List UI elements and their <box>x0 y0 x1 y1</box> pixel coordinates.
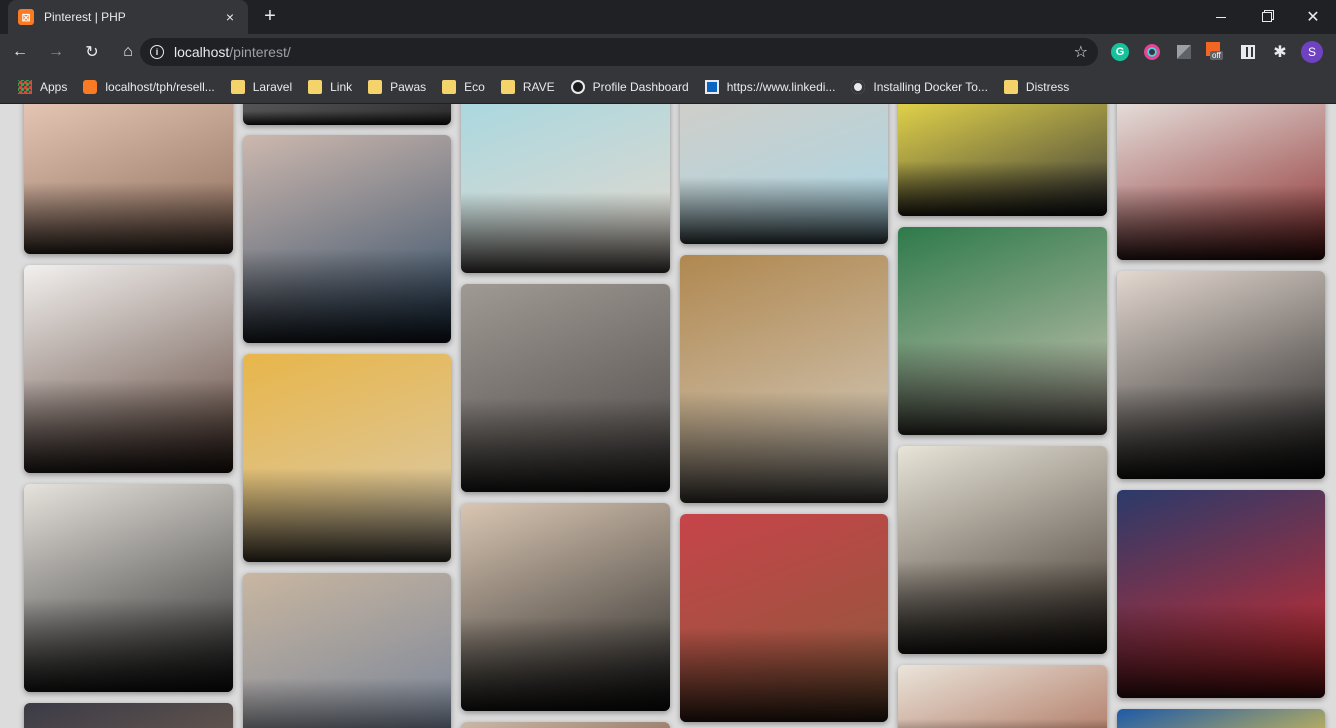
folder-icon <box>230 79 245 94</box>
bookmark-linkedin[interactable]: https://www.linkedi... <box>697 74 844 100</box>
pin-bottom-strip-6[interactable] <box>1117 709 1325 728</box>
bookmark-label: Installing Docker To... <box>873 79 988 94</box>
forward-button[interactable]: → <box>40 36 72 68</box>
avatar: S <box>1301 41 1323 63</box>
pin-skin-treatment[interactable] <box>24 104 233 254</box>
minimize-icon <box>1216 16 1226 18</box>
pin-blonde-woman[interactable] <box>243 573 451 728</box>
qr-code-icon <box>1241 45 1255 59</box>
new-tab-button[interactable]: + <box>258 5 282 29</box>
bookmarks-bar: Apps localhost/tph/resell... Laravel Lin… <box>0 70 1336 104</box>
bookmark-star-icon[interactable]: ☆ <box>1074 42 1088 62</box>
off-extension[interactable]: off <box>1202 38 1230 66</box>
pin-gym-outfit[interactable] <box>680 104 888 244</box>
address-bar[interactable]: i localhost/pinterest/ ☆ <box>140 38 1098 66</box>
bookmark-localhost[interactable]: localhost/tph/resell... <box>75 74 222 100</box>
bookmark-label: Apps <box>40 79 68 94</box>
bookmark-apps[interactable]: Apps <box>10 74 75 100</box>
pin-white-sarees[interactable] <box>1117 104 1325 260</box>
folder-icon <box>368 79 383 94</box>
info-icon[interactable]: i <box>150 45 164 59</box>
bookmark-label: localhost/tph/resell... <box>105 79 215 94</box>
bookmark-label: Distress <box>1025 79 1070 94</box>
folder-icon <box>308 79 323 94</box>
pin-karisma-red-suits[interactable] <box>680 514 888 722</box>
maximize-button[interactable] <box>1244 0 1290 34</box>
puzzle-icon: ✱ <box>1273 44 1287 61</box>
url-host: localhost <box>174 44 230 60</box>
grammarly-icon: G <box>1111 43 1129 61</box>
pin-yellow-outfits[interactable] <box>898 104 1107 216</box>
pin-kareena-blue-lehenga[interactable] <box>243 135 451 343</box>
close-window-button[interactable]: ✕ <box>1290 0 1336 34</box>
pin-grid <box>0 104 1336 728</box>
pin-kareena-karisma-sweaters[interactable] <box>24 484 233 692</box>
tab-strip: ⊠ Pinterest | PHP × + ✕ <box>0 0 1336 34</box>
pin-katrina-earrings[interactable] <box>898 446 1107 654</box>
pin-honey-dipper[interactable] <box>243 354 451 562</box>
flag-extension[interactable] <box>1170 38 1198 66</box>
bookmark-pawas[interactable]: Pawas <box>360 74 434 100</box>
tab-pinterest[interactable]: ⊠ Pinterest | PHP × <box>8 0 248 34</box>
restore-icon <box>1262 12 1272 22</box>
reload-button[interactable]: ↻ <box>76 36 108 68</box>
window-controls: ✕ <box>1198 0 1336 34</box>
qr-extension[interactable] <box>1234 38 1262 66</box>
url-path: /pinterest/ <box>229 44 291 60</box>
pin-malaika-lace[interactable] <box>680 255 888 503</box>
color-ring-icon <box>1144 44 1160 60</box>
bookmark-label: Profile Dashboard <box>592 79 689 94</box>
extensions-button[interactable]: ✱ <box>1266 38 1294 66</box>
bookmark-laravel[interactable]: Laravel <box>223 74 300 100</box>
pin-image <box>461 722 670 728</box>
bookmark-docker[interactable]: Installing Docker To... <box>843 74 996 100</box>
pin-actors-row[interactable] <box>24 703 233 728</box>
off-extension-icon: off <box>1206 42 1226 62</box>
extensions-bar: G off ✱ S <box>1106 38 1330 66</box>
bookmark-profile-dashboard[interactable]: Profile Dashboard <box>563 74 697 100</box>
pin-white-outfits[interactable] <box>898 665 1107 728</box>
tab-title: Pinterest | PHP <box>44 10 126 24</box>
pin-deepika-white[interactable] <box>24 265 233 473</box>
folder-icon <box>500 79 515 94</box>
folder-icon <box>1003 79 1018 94</box>
bookmark-eco[interactable]: Eco <box>434 74 493 100</box>
globe-icon <box>851 79 866 94</box>
bookmark-label: Pawas <box>390 79 427 94</box>
bookmark-distress[interactable]: Distress <box>996 74 1077 100</box>
apps-icon <box>18 79 32 94</box>
grammarly-extension[interactable]: G <box>1106 38 1134 66</box>
bookmark-rave[interactable]: RAVE <box>493 74 563 100</box>
close-icon[interactable]: × <box>222 9 238 25</box>
flag-icon <box>1177 45 1191 59</box>
pin-black-mini-dresses[interactable] <box>461 503 670 711</box>
bookmark-label: Link <box>330 79 353 94</box>
back-button[interactable]: ← <box>4 36 36 68</box>
profile-button[interactable]: S <box>1298 38 1326 66</box>
pin-image <box>1117 709 1325 728</box>
xampp-icon <box>83 79 98 94</box>
pin-black-cutout-gowns[interactable] <box>1117 271 1325 479</box>
pin-kangana-green-saree[interactable] <box>898 227 1107 435</box>
pin-sara-denim-dress[interactable] <box>461 284 670 492</box>
pin-bottom-strip-3[interactable] <box>461 722 670 728</box>
linkedin-icon <box>704 79 719 94</box>
pin-sky-blue-outfits[interactable] <box>461 104 670 273</box>
off-badge: off <box>1210 51 1223 60</box>
pin-red-pantsuits[interactable] <box>1117 490 1325 698</box>
bookmark-label: Laravel <box>252 79 293 94</box>
folder-icon <box>442 79 457 94</box>
bookmark-label: RAVE <box>522 79 555 94</box>
minimize-button[interactable] <box>1198 0 1244 34</box>
xampp-icon: ⊠ <box>18 9 34 25</box>
github-icon <box>570 79 585 94</box>
pin-top-strip[interactable] <box>243 104 451 125</box>
toolbar: ← → ↻ ⌂ i localhost/pinterest/ ☆ G off ✱… <box>0 34 1336 70</box>
pin-image <box>24 703 233 728</box>
bookmark-label: Eco <box>464 79 485 94</box>
color-picker-extension[interactable] <box>1138 38 1166 66</box>
bookmark-label: https://www.linkedi... <box>726 79 836 94</box>
bookmark-link[interactable]: Link <box>300 74 360 100</box>
